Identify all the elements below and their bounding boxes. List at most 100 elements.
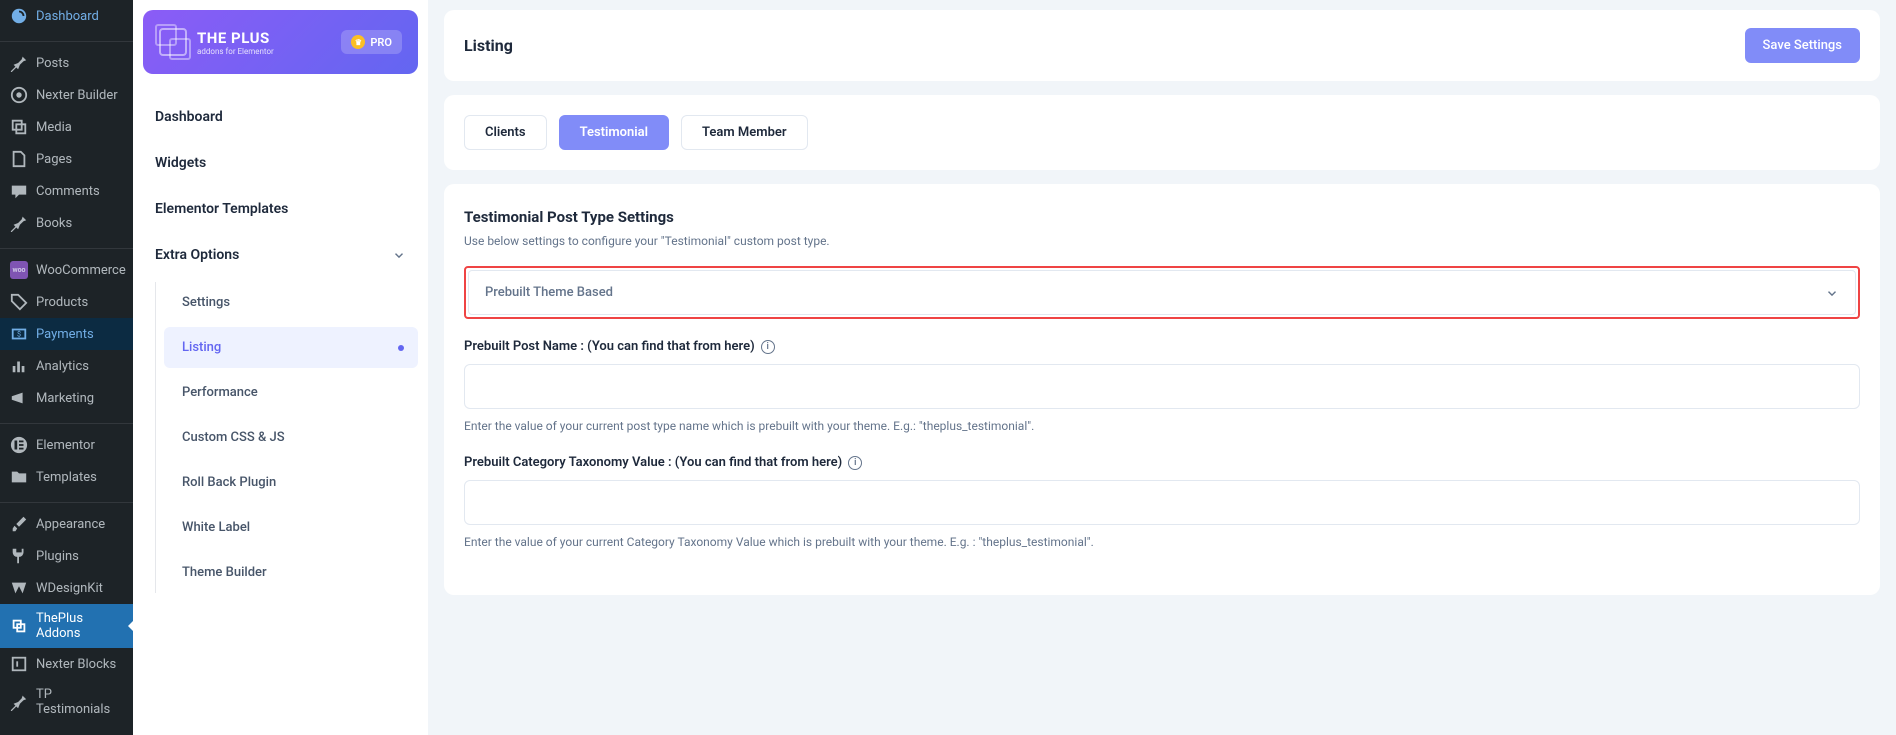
wp-admin-sidebar: Dashboard Posts Nexter Builder Media Pag… (0, 0, 133, 735)
wp-menu-separator (0, 244, 133, 249)
wp-menu-label: Media (36, 120, 72, 135)
wp-menu-label: Books (36, 216, 72, 231)
circle-icon (10, 86, 28, 104)
chevron-down-icon (1825, 286, 1839, 300)
wp-menu-label: WDesignKit (36, 581, 103, 596)
brand-title: THE PLUS (197, 29, 274, 47)
wp-menu-nexter-blocks[interactable]: Nexter Blocks (0, 648, 133, 680)
chevron-down-icon (392, 248, 406, 262)
wp-menu-label: Nexter Blocks (36, 657, 116, 672)
megaphone-icon (10, 389, 28, 407)
gauge-icon (10, 7, 28, 25)
tag-icon (10, 293, 28, 311)
form-card: Testimonial Post Type Settings Use below… (444, 184, 1880, 595)
panel-subitems: Settings Listing Performance Custom CSS … (155, 282, 428, 593)
elementor-icon (10, 436, 28, 454)
wp-menu-label: Appearance (36, 517, 105, 532)
wp-menu-label: Marketing (36, 391, 94, 406)
main-content: Listing Save Settings Clients Testimonia… (428, 0, 1896, 735)
wp-menu-separator (0, 498, 133, 503)
brush-icon (10, 515, 28, 533)
panel-nav-elementor-templates[interactable]: Elementor Templates (133, 186, 428, 232)
brand-subtitle: addons for Elementor (197, 47, 274, 56)
post-type-select-highlight: Prebuilt Theme Based (464, 266, 1860, 319)
wp-menu-plugins[interactable]: Plugins (0, 540, 133, 572)
panel-sub-theme-builder[interactable]: Theme Builder (164, 552, 418, 593)
panel-nav-extra-options[interactable]: Extra Options (133, 232, 428, 278)
tab-clients[interactable]: Clients (464, 115, 547, 150)
wp-menu-label: Payments (36, 327, 94, 342)
panel-sub-white-label[interactable]: White Label (164, 507, 418, 548)
info-icon[interactable]: i (848, 456, 862, 470)
brand-logo-icon (159, 28, 187, 56)
panel-nav-dashboard[interactable]: Dashboard (133, 94, 428, 140)
panel-sub-listing[interactable]: Listing (164, 327, 418, 368)
media-icon (10, 118, 28, 136)
wp-menu-pages[interactable]: Pages (0, 143, 133, 175)
form-section-title: Testimonial Post Type Settings (464, 208, 1860, 226)
wp-menu-analytics[interactable]: Analytics (0, 350, 133, 382)
wp-menu-posts[interactable]: Posts (0, 47, 133, 79)
wp-menu-nexter-builder[interactable]: Nexter Builder (0, 79, 133, 111)
folder-icon (10, 468, 28, 486)
save-settings-button[interactable]: Save Settings (1745, 28, 1860, 63)
taxonomy-help: Enter the value of your current Category… (464, 535, 1860, 549)
woo-icon: woo (10, 261, 28, 279)
page-header: Listing Save Settings (444, 10, 1880, 81)
wp-menu-label: TP Testimonials (36, 687, 123, 717)
wp-menu-comments[interactable]: Comments (0, 175, 133, 207)
wp-menu-label: Plugins (36, 549, 79, 564)
wp-menu-products[interactable]: Products (0, 286, 133, 318)
select-value: Prebuilt Theme Based (485, 285, 613, 300)
wdesignkit-icon (10, 579, 28, 597)
tab-testimonial[interactable]: Testimonial (559, 115, 669, 150)
wp-menu-dashboard[interactable]: Dashboard (0, 0, 133, 32)
wp-menu-woocommerce[interactable]: woo WooCommerce (0, 254, 133, 286)
post-name-help: Enter the value of your current post typ… (464, 419, 1860, 433)
pin-icon (10, 54, 28, 72)
pro-badge: ♛ PRO (341, 30, 402, 54)
wp-menu-tp-testimonials[interactable]: TP Testimonials (0, 680, 133, 724)
panel-sub-custom-css-js[interactable]: Custom CSS & JS (164, 417, 418, 458)
wp-menu-separator (0, 419, 133, 424)
taxonomy-input[interactable] (464, 480, 1860, 525)
wp-menu-label: Comments (36, 184, 100, 199)
chart-icon (10, 357, 28, 375)
svg-text:$: $ (17, 330, 21, 339)
taxonomy-label: Prebuilt Category Taxonomy Value : (You … (464, 455, 1860, 470)
wp-menu-label: Products (36, 295, 88, 310)
wp-menu-wdesignkit[interactable]: WDesignKit (0, 572, 133, 604)
info-icon[interactable]: i (761, 340, 775, 354)
plug-icon (10, 547, 28, 565)
pro-label: PRO (370, 36, 392, 49)
wp-menu-templates[interactable]: Templates (0, 461, 133, 493)
panel-nav-label: Extra Options (155, 247, 239, 263)
panel-sub-settings[interactable]: Settings (164, 282, 418, 323)
wp-menu-marketing[interactable]: Marketing (0, 382, 133, 414)
wp-menu-label: Nexter Builder (36, 88, 118, 103)
panel-nav-widgets[interactable]: Widgets (133, 140, 428, 186)
post-type-select[interactable]: Prebuilt Theme Based (468, 270, 1856, 315)
post-name-input[interactable] (464, 364, 1860, 409)
blocks-icon (10, 655, 28, 673)
theplus-icon (10, 617, 28, 635)
wp-menu-label: Analytics (36, 359, 89, 374)
wp-menu-appearance[interactable]: Appearance (0, 508, 133, 540)
panel-sub-performance[interactable]: Performance (164, 372, 418, 413)
wp-menu-elementor[interactable]: Elementor (0, 429, 133, 461)
wp-menu-books[interactable]: Books (0, 207, 133, 239)
label-text: Prebuilt Category Taxonomy Value : (You … (464, 455, 842, 470)
crown-icon: ♛ (351, 35, 365, 49)
form-section-desc: Use below settings to configure your "Te… (464, 234, 1860, 248)
wp-menu-media[interactable]: Media (0, 111, 133, 143)
wp-menu-label: Templates (36, 470, 97, 485)
wp-menu-payments[interactable]: $ Payments (0, 318, 133, 350)
brand-header: THE PLUS addons for Elementor ♛ PRO (143, 10, 418, 74)
wp-menu-label: Posts (36, 56, 69, 71)
tab-team-member[interactable]: Team Member (681, 115, 808, 150)
active-arrow-icon (128, 620, 133, 632)
wp-menu-label: Pages (36, 152, 72, 167)
wp-menu-theplus-addons[interactable]: ThePlus Addons (0, 604, 133, 648)
comment-icon (10, 182, 28, 200)
panel-sub-rollback[interactable]: Roll Back Plugin (164, 462, 418, 503)
